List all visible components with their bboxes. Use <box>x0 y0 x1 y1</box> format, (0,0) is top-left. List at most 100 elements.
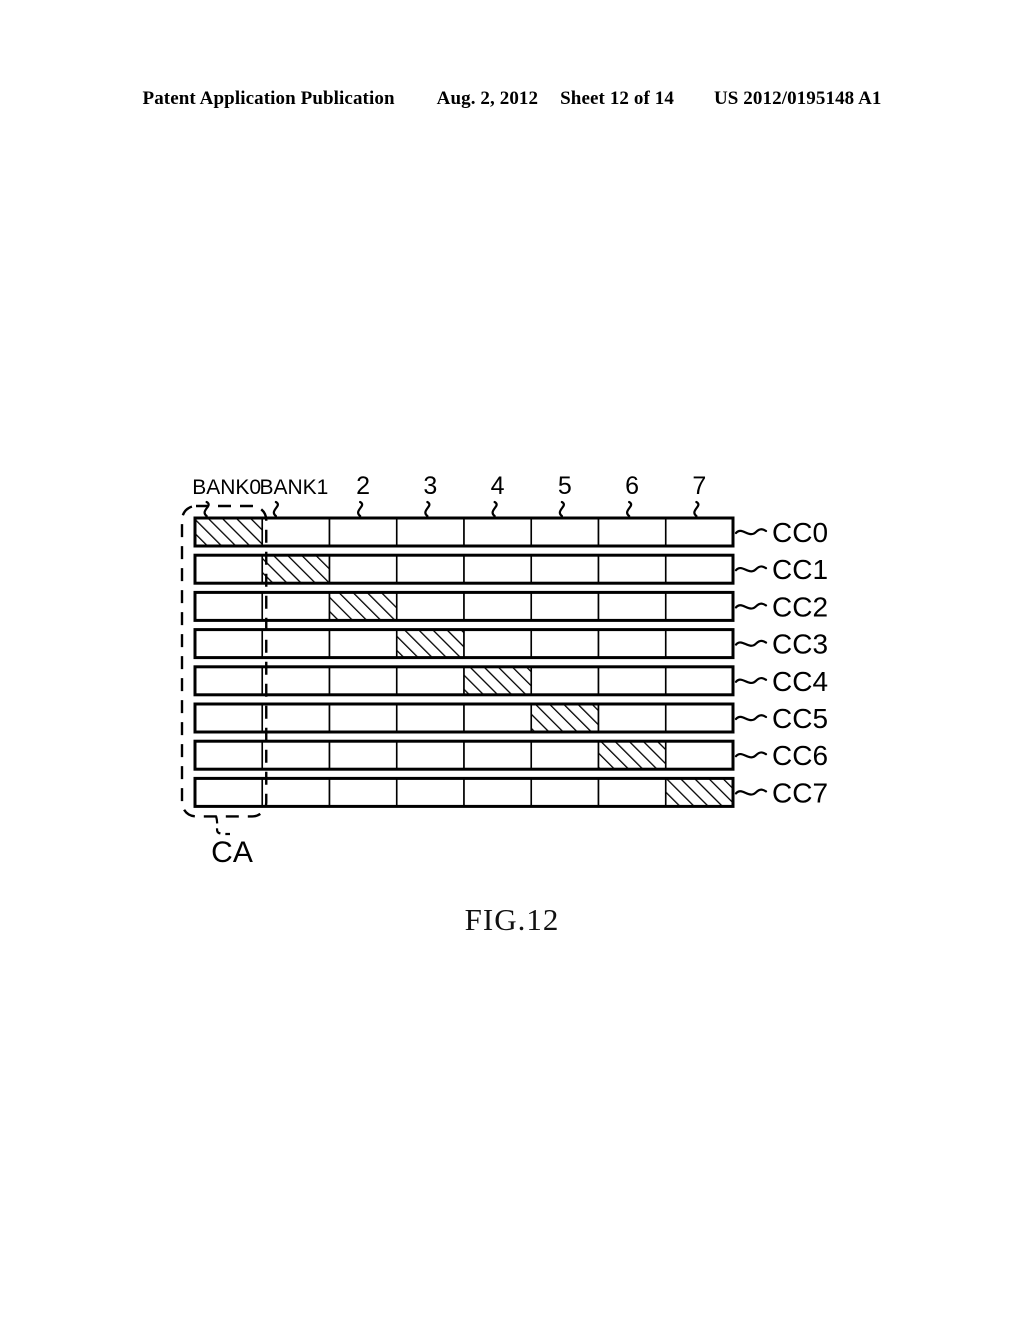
row-label: CC6 <box>772 740 828 771</box>
grid-cell[interactable] <box>463 554 533 585</box>
grid-cell[interactable] <box>328 665 398 696</box>
grid-cell-hatched[interactable] <box>530 703 600 733</box>
column-header-leader <box>203 500 210 518</box>
row-label-leader <box>734 565 768 573</box>
grid-cell[interactable] <box>664 628 734 659</box>
bank-grid <box>193 516 735 808</box>
grid-cell[interactable] <box>395 740 465 771</box>
ca-label-leader <box>215 816 231 836</box>
grid-cell[interactable] <box>194 740 264 771</box>
column-header-leader <box>558 500 565 518</box>
grid-cell[interactable] <box>194 703 264 733</box>
row-label: CC0 <box>772 517 828 548</box>
column-header-label: 2 <box>356 472 370 500</box>
grid-cell[interactable] <box>328 703 398 733</box>
grid-cell[interactable] <box>530 517 600 547</box>
grid-cell[interactable] <box>261 740 331 771</box>
column-header-label: 5 <box>558 472 572 500</box>
grid-cell[interactable] <box>261 665 331 696</box>
grid-cell[interactable] <box>328 777 398 808</box>
column-header-leader <box>626 500 633 518</box>
grid-cell[interactable] <box>395 665 465 696</box>
grid-cell[interactable] <box>530 554 600 585</box>
row-label: CC2 <box>772 591 828 622</box>
column-header-leader <box>693 500 700 518</box>
grid-cell[interactable] <box>194 628 264 659</box>
grid-cell[interactable] <box>395 703 465 733</box>
grid-cell[interactable] <box>597 591 667 622</box>
grid-cell-hatched[interactable] <box>463 665 533 696</box>
grid-cell-hatched[interactable] <box>328 591 398 622</box>
grid-cell[interactable] <box>328 517 398 547</box>
column-header-leader <box>424 500 431 518</box>
grid-cell[interactable] <box>664 591 734 622</box>
grid-cell[interactable] <box>530 740 600 771</box>
grid-cell[interactable] <box>261 591 331 622</box>
column-header-leader <box>357 500 364 518</box>
grid-row <box>193 590 735 622</box>
grid-cell[interactable] <box>597 703 667 733</box>
column-header-label: 7 <box>692 472 706 500</box>
grid-cell[interactable] <box>597 777 667 808</box>
row-label: CC1 <box>772 554 828 585</box>
grid-cell[interactable] <box>261 628 331 659</box>
column-header-leader <box>272 500 279 518</box>
row-label-leader <box>734 528 768 536</box>
grid-cell[interactable] <box>328 740 398 771</box>
grid-cell[interactable] <box>261 703 331 733</box>
row-label-leader <box>734 751 768 759</box>
grid-row <box>193 628 735 660</box>
grid-row <box>193 553 735 585</box>
grid-row <box>193 702 735 734</box>
grid-cell[interactable] <box>463 777 533 808</box>
grid-cell[interactable] <box>194 665 264 696</box>
grid-cell[interactable] <box>463 517 533 547</box>
column-header-label: BANK1 <box>259 476 328 499</box>
grid-cell[interactable] <box>194 591 264 622</box>
grid-cell[interactable] <box>261 517 331 547</box>
grid-cell[interactable] <box>395 517 465 547</box>
grid-cell[interactable] <box>597 554 667 585</box>
grid-cell[interactable] <box>597 628 667 659</box>
figure-caption: FIG.12 <box>464 902 560 937</box>
grid-cell[interactable] <box>194 554 264 585</box>
row-label: CC5 <box>772 703 828 734</box>
grid-cell[interactable] <box>463 591 533 622</box>
grid-cell[interactable] <box>664 665 734 696</box>
grid-cell[interactable] <box>664 554 734 585</box>
grid-cell[interactable] <box>463 703 533 733</box>
grid-cell[interactable] <box>664 517 734 547</box>
grid-cell[interactable] <box>530 591 600 622</box>
column-header-leader <box>491 500 498 518</box>
grid-cell[interactable] <box>395 554 465 585</box>
grid-cell[interactable] <box>530 628 600 659</box>
grid-cell[interactable] <box>328 554 398 585</box>
grid-cell[interactable] <box>328 628 398 659</box>
grid-row <box>193 739 735 771</box>
grid-cell[interactable] <box>664 703 734 733</box>
grid-cell[interactable] <box>530 665 600 696</box>
row-label-leader <box>734 676 768 685</box>
grid-cell[interactable] <box>261 777 331 808</box>
grid-cell-hatched[interactable] <box>664 777 734 808</box>
row-label-leader <box>734 639 768 647</box>
grid-cell-hatched[interactable] <box>194 517 264 547</box>
grid-row <box>193 665 735 697</box>
grid-cell[interactable] <box>395 777 465 808</box>
grid-cell[interactable] <box>597 665 667 696</box>
grid-cell[interactable] <box>463 628 533 659</box>
grid-cell[interactable] <box>597 517 667 547</box>
grid-cell-hatched[interactable] <box>597 740 667 771</box>
grid-cell[interactable] <box>463 740 533 771</box>
grid-row <box>193 516 735 548</box>
grid-cell-hatched[interactable] <box>261 554 331 585</box>
grid-cell-hatched[interactable] <box>395 628 465 659</box>
figure-drawing: BANK0BANK1 2 3 4 5 6 7 CC0 CC1 CC2 CC3 CC4 CC5 CC6 CC7… <box>180 472 828 869</box>
grid-cell[interactable] <box>530 777 600 808</box>
figure-12: BANK0 BANK1 2 3 4 5 6 7 CC0 CC1 CC2 CC3 CC4 CC5 CC6 CC7… <box>0 0 1024 1320</box>
row-label: CC3 <box>772 629 828 660</box>
grid-cell[interactable] <box>194 777 264 808</box>
row-label-leader <box>734 602 768 610</box>
grid-cell[interactable] <box>664 740 734 771</box>
grid-cell[interactable] <box>395 591 465 622</box>
